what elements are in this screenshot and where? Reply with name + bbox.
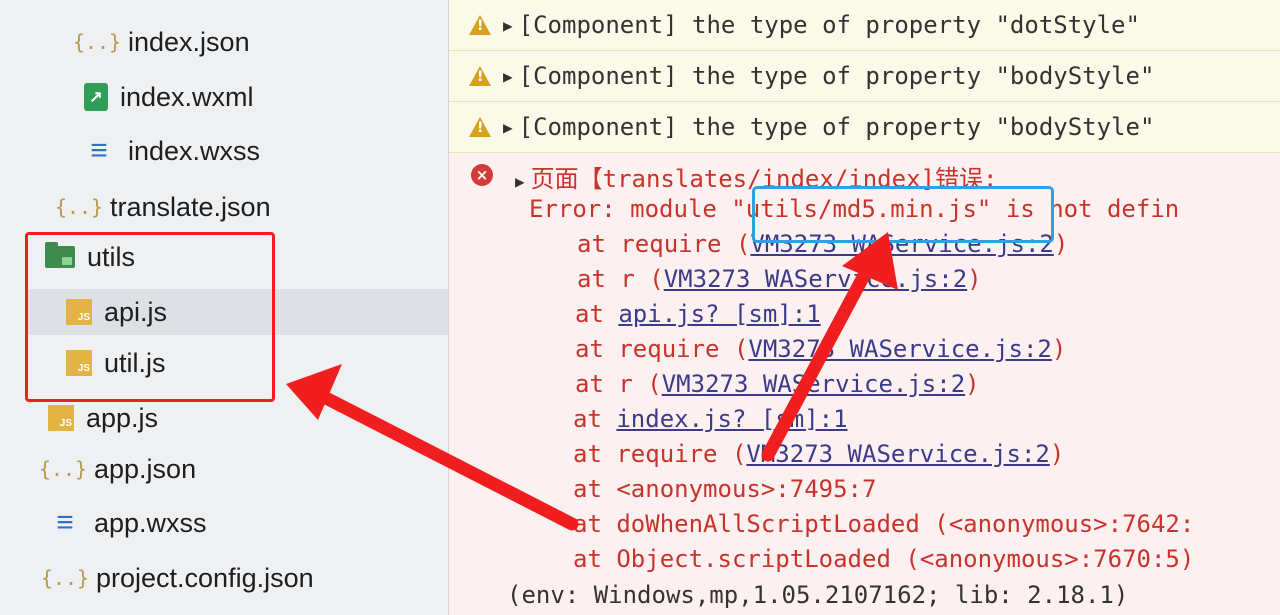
stack-frame: at require (VM3273 WAService.js:2) [575, 335, 1066, 363]
stack-fn: Object.scriptLoaded (<anonymous>:7670:5) [616, 545, 1195, 573]
utils-folder-highlight-box [25, 232, 275, 402]
json-file-icon: {..} [38, 457, 88, 481]
stack-at: at [573, 440, 602, 468]
tree-item-label: project.config.json [96, 562, 314, 593]
tree-item-label: app.wxss [94, 507, 207, 538]
expand-triangle-icon[interactable]: ▶ [503, 67, 513, 86]
console-panel: ▶ [Component] the type of property "dotS… [449, 0, 1280, 615]
stack-link[interactable]: index.js? [sm]:1 [616, 405, 847, 433]
tree-file-index-wxss[interactable]: ≡ index.wxss [82, 128, 260, 174]
stack-end: ) [1049, 440, 1065, 468]
warning-row[interactable]: ▶ [Component] the type of property "dotS… [449, 0, 1280, 51]
tree-item-label: index.wxss [128, 135, 261, 166]
wxss-file-icon: ≡ [56, 506, 74, 539]
stack-at: at [573, 475, 602, 503]
tree-file-project-config-json[interactable]: {..} project.config.json [40, 555, 314, 601]
tree-file-index-wxml[interactable]: ↗ index.wxml [84, 74, 254, 120]
expand-triangle-icon[interactable]: ▶ [515, 172, 525, 191]
warning-text: [Component] the type of property "dotSty… [518, 11, 1140, 39]
stack-frame: at doWhenAllScriptLoaded (<anonymous>:76… [573, 510, 1194, 538]
tree-item-label: index.json [128, 26, 250, 57]
stack-frame: at index.js? [sm]:1 [573, 405, 848, 433]
stack-frame: at <anonymous>:7495:7 [573, 475, 876, 503]
error-message-prefix: Error: module [529, 195, 732, 223]
stack-at: at [573, 405, 602, 433]
warning-row[interactable]: ▶ [Component] the type of property "body… [449, 102, 1280, 153]
tree-item-label: app.js [86, 402, 159, 433]
wxss-file-icon: ≡ [90, 134, 108, 167]
stack-fn: require ( [620, 230, 751, 258]
warning-icon [469, 66, 491, 86]
tree-item-label: app.json [94, 453, 197, 484]
warning-row[interactable]: ▶ [Component] the type of property "body… [449, 51, 1280, 102]
stack-frame: at require (VM3273 WAService.js:2) [573, 440, 1064, 468]
stack-fn: doWhenAllScriptLoaded (<anonymous>:7642: [616, 510, 1195, 538]
stack-end: ) [1051, 335, 1067, 363]
expand-triangle-icon[interactable]: ▶ [503, 16, 513, 35]
stack-fn: r ( [620, 265, 664, 293]
expand-triangle-icon[interactable]: ▶ [503, 118, 513, 137]
stack-at: at [575, 300, 604, 328]
error-icon: × [471, 164, 493, 186]
stack-at: at [573, 510, 602, 538]
stack-at: at [575, 370, 604, 398]
stack-link[interactable]: VM3273 WAService.js:2 [662, 370, 965, 398]
tree-item-label: index.wxml [120, 81, 254, 112]
stack-fn: r ( [618, 370, 662, 398]
json-file-icon: {..} [54, 195, 104, 219]
stack-link[interactable]: VM3273 WAService.js:2 [664, 265, 967, 293]
stack-fn: require ( [618, 335, 749, 363]
json-file-icon: {..} [72, 30, 122, 54]
tree-file-app-json[interactable]: {..} app.json [38, 446, 197, 492]
env-info: (env: Windows,mp,1.05.2107162; lib: 2.18… [507, 581, 1129, 609]
stack-end: ) [967, 265, 982, 293]
stack-end: ) [1053, 230, 1069, 258]
stack-frame: at r (VM3273 WAService.js:2) [577, 265, 982, 293]
warning-icon [469, 117, 491, 137]
json-file-icon: {..} [40, 566, 90, 590]
stack-at: at [577, 265, 606, 293]
stack-link[interactable]: api.js? [sm]:1 [618, 300, 820, 328]
warning-icon [469, 15, 491, 35]
stack-link[interactable]: VM3273 WAService.js:2 [748, 335, 1051, 363]
stack-fn: <anonymous>:7495:7 [616, 475, 877, 503]
stack-at: at [577, 230, 606, 258]
js-file-icon: JS [48, 405, 74, 431]
stack-fn: require ( [616, 440, 747, 468]
tree-item-label: translate.json [110, 191, 271, 222]
stack-link[interactable]: VM3273 WAService.js:2 [746, 440, 1049, 468]
tree-file-translate-json[interactable]: {..} translate.json [54, 184, 271, 230]
wxml-file-icon: ↗ [84, 83, 108, 111]
tree-file-app-wxss[interactable]: ≡ app.wxss [48, 500, 207, 546]
stack-frame: at api.js? [sm]:1 [575, 300, 821, 328]
warning-text: [Component] the type of property "bodySt… [518, 113, 1155, 141]
module-name-highlight-box [752, 186, 1054, 243]
stack-frame: at Object.scriptLoaded (<anonymous>:7670… [573, 545, 1194, 573]
stack-end: ) [965, 370, 980, 398]
stack-frame: at r (VM3273 WAService.js:2) [575, 370, 980, 398]
stack-at: at [575, 335, 604, 363]
warning-text: [Component] the type of property "bodySt… [518, 62, 1155, 90]
tree-file-index-json[interactable]: {..} index.json [72, 19, 250, 65]
stack-at: at [573, 545, 602, 573]
